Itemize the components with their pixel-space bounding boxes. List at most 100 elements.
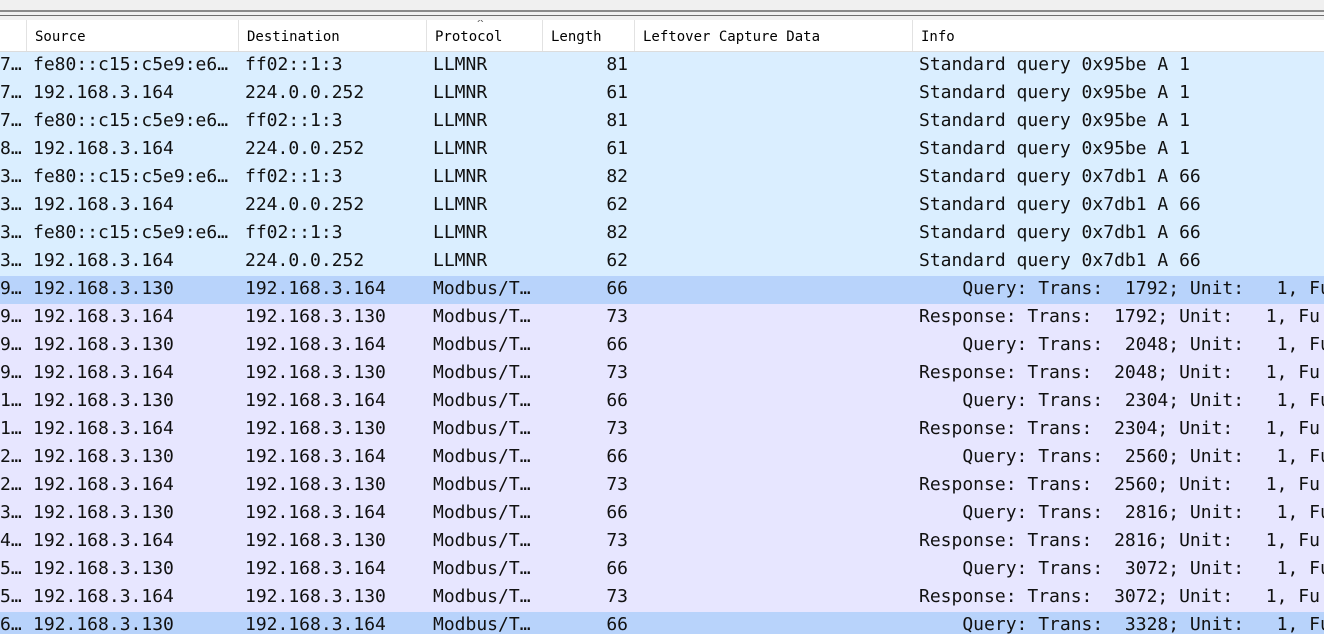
- packet-row[interactable]: 3… 192.168.3.164 224.0.0.252 LLMNR 62 Standar…: [0, 248, 1324, 276]
- packet-length: 61: [606, 138, 628, 159]
- packet-length: 73: [606, 474, 628, 495]
- packet-destination: 224.0.0.252: [245, 194, 365, 215]
- packet-length: 66: [606, 334, 628, 355]
- packet-protocol: Modbus/T…: [433, 390, 531, 411]
- packet-length: 66: [606, 502, 628, 523]
- packet-source: 192.168.3.164: [33, 194, 174, 215]
- packet-number: 1…: [0, 418, 22, 439]
- packet-source: 192.168.3.164: [33, 82, 174, 103]
- packet-leftover-data: [634, 108, 912, 136]
- packet-length: 73: [606, 418, 628, 439]
- packet-protocol: Modbus/T…: [433, 362, 531, 383]
- packet-row[interactable]: 9… 192.168.3.164 192.168.3.130 Modbus/T… 73 R…: [0, 304, 1324, 332]
- packet-info: Query: Trans: 2560; Unit: 1, Fu: [919, 446, 1324, 467]
- packet-source: 192.168.3.164: [33, 250, 174, 271]
- packet-info: Query: Trans: 2048; Unit: 1, Fu: [919, 334, 1324, 355]
- packet-destination: 192.168.3.164: [245, 334, 386, 355]
- column-header-source[interactable]: Source: [27, 20, 239, 51]
- packet-length: 82: [606, 166, 628, 187]
- packet-number: 8…: [0, 138, 22, 159]
- packet-info: Response: Trans: 2048; Unit: 1, Fu: [919, 362, 1320, 383]
- column-header-info[interactable]: Info: [913, 20, 1324, 51]
- packet-row[interactable]: 7… fe80::c15:c5e9:e6… ff02::1:3 LLMNR 81 Stan…: [0, 52, 1324, 80]
- packet-info: Standard query 0x7db1 A 66: [919, 222, 1201, 243]
- packet-destination: 192.168.3.164: [245, 614, 386, 634]
- column-header-destination[interactable]: Destination: [239, 20, 427, 51]
- packet-row[interactable]: 2… 192.168.3.164 192.168.3.130 Modbus/T… 73 R…: [0, 472, 1324, 500]
- packet-leftover-data: [634, 192, 912, 220]
- packet-row[interactable]: 9… 192.168.3.130 192.168.3.164 Modbus/T… 66 …: [0, 332, 1324, 360]
- packet-protocol: LLMNR: [433, 250, 488, 271]
- splitter-line: [0, 10, 1324, 12]
- packet-row[interactable]: 9… 192.168.3.164 192.168.3.130 Modbus/T… 73 R…: [0, 360, 1324, 388]
- packet-protocol: Modbus/T…: [433, 306, 531, 327]
- packet-row[interactable]: 5… 192.168.3.130 192.168.3.164 Modbus/T… 66 …: [0, 556, 1324, 584]
- packet-row[interactable]: 7… 192.168.3.164 224.0.0.252 LLMNR 61 Standar…: [0, 80, 1324, 108]
- packet-source: 192.168.3.164: [33, 586, 174, 607]
- packet-row[interactable]: 3… 192.168.3.164 224.0.0.252 LLMNR 62 Standar…: [0, 192, 1324, 220]
- splitter-handle[interactable]: [0, 0, 1324, 20]
- packet-length: 66: [606, 278, 628, 299]
- column-header-protocol[interactable]: ^ Protocol: [427, 20, 543, 51]
- column-header-protocol-label: Protocol: [435, 29, 503, 45]
- packet-number: 7…: [0, 82, 22, 103]
- packet-row[interactable]: 1… 192.168.3.164 192.168.3.130 Modbus/T… 73 R…: [0, 416, 1324, 444]
- packet-row[interactable]: 4… 192.168.3.164 192.168.3.130 Modbus/T… 73 R…: [0, 528, 1324, 556]
- packet-protocol: Modbus/T…: [433, 558, 531, 579]
- packet-number: 9…: [0, 278, 22, 299]
- packet-info: Response: Trans: 1792; Unit: 1, Fu: [919, 306, 1320, 327]
- packet-number: 2…: [0, 474, 22, 495]
- packet-info: Response: Trans: 3072; Unit: 1, Fu: [919, 586, 1320, 607]
- packet-number: 3…: [0, 250, 22, 271]
- packet-source: 192.168.3.164: [33, 530, 174, 551]
- packet-destination: 192.168.3.164: [245, 502, 386, 523]
- packet-number: 6…: [0, 614, 22, 634]
- packet-destination: ff02::1:3: [245, 222, 343, 243]
- packet-row[interactable]: 8… 192.168.3.164 224.0.0.252 LLMNR 61 Standar…: [0, 136, 1324, 164]
- packet-info: Query: Trans: 3072; Unit: 1, Fu: [919, 558, 1324, 579]
- packet-length: 81: [606, 110, 628, 131]
- packet-length: 73: [606, 362, 628, 383]
- packet-protocol: LLMNR: [433, 54, 488, 75]
- packet-row[interactable]: 3… 192.168.3.130 192.168.3.164 Modbus/T… 66 …: [0, 500, 1324, 528]
- packet-length: 66: [606, 446, 628, 467]
- packet-source: 192.168.3.164: [33, 138, 174, 159]
- packet-destination: 192.168.3.164: [245, 278, 386, 299]
- packet-info: Response: Trans: 2304; Unit: 1, Fu: [919, 418, 1320, 439]
- packet-row[interactable]: 9… 192.168.3.130 192.168.3.164 Modbus/T… 66 …: [0, 276, 1324, 304]
- packet-leftover-data: [634, 136, 912, 164]
- packet-info: Standard query 0x7db1 A 66: [919, 166, 1201, 187]
- packet-row[interactable]: 3… fe80::c15:c5e9:e6… ff02::1:3 LLMNR 82 Stan…: [0, 220, 1324, 248]
- packet-length: 66: [606, 614, 628, 634]
- packet-source: 192.168.3.130: [33, 446, 174, 467]
- packet-number: 3…: [0, 502, 22, 523]
- packet-length: 73: [606, 586, 628, 607]
- packet-protocol: Modbus/T…: [433, 278, 531, 299]
- packet-row[interactable]: 3… fe80::c15:c5e9:e6… ff02::1:3 LLMNR 82 Stan…: [0, 164, 1324, 192]
- packet-number: 9…: [0, 334, 22, 355]
- packet-row[interactable]: 7… fe80::c15:c5e9:e6… ff02::1:3 LLMNR 81 Stan…: [0, 108, 1324, 136]
- packet-leftover-data: [634, 360, 912, 388]
- packet-leftover-data: [634, 472, 912, 500]
- packet-row[interactable]: 1… 192.168.3.130 192.168.3.164 Modbus/T… 66 …: [0, 388, 1324, 416]
- packet-info: Query: Trans: 3328; Unit: 1, Fu: [919, 614, 1324, 634]
- packet-leftover-data: [634, 304, 912, 332]
- column-header-length[interactable]: Length: [543, 20, 635, 51]
- packet-list[interactable]: 7… fe80::c15:c5e9:e6… ff02::1:3 LLMNR 81 Stan…: [0, 52, 1324, 634]
- packet-destination: ff02::1:3: [245, 110, 343, 131]
- packet-protocol: Modbus/T…: [433, 334, 531, 355]
- column-header-leftover[interactable]: Leftover Capture Data: [635, 20, 913, 51]
- packet-protocol: LLMNR: [433, 138, 488, 159]
- packet-source: fe80::c15:c5e9:e6…: [33, 166, 229, 187]
- packet-number: 1…: [0, 390, 22, 411]
- packet-row[interactable]: 6… 192.168.3.130 192.168.3.164 Modbus/T… 66 …: [0, 612, 1324, 634]
- packet-info: Response: Trans: 2816; Unit: 1, Fu: [919, 530, 1320, 551]
- packet-leftover-data: [634, 556, 912, 584]
- packet-destination: 192.168.3.130: [245, 530, 386, 551]
- packet-info: Query: Trans: 2304; Unit: 1, Fu: [919, 390, 1324, 411]
- packet-row[interactable]: 5… 192.168.3.164 192.168.3.130 Modbus/T… 73 R…: [0, 584, 1324, 612]
- column-header-no[interactable]: [0, 20, 27, 51]
- packet-row[interactable]: 2… 192.168.3.130 192.168.3.164 Modbus/T… 66 …: [0, 444, 1324, 472]
- packet-destination: 192.168.3.130: [245, 474, 386, 495]
- packet-destination: 192.168.3.130: [245, 306, 386, 327]
